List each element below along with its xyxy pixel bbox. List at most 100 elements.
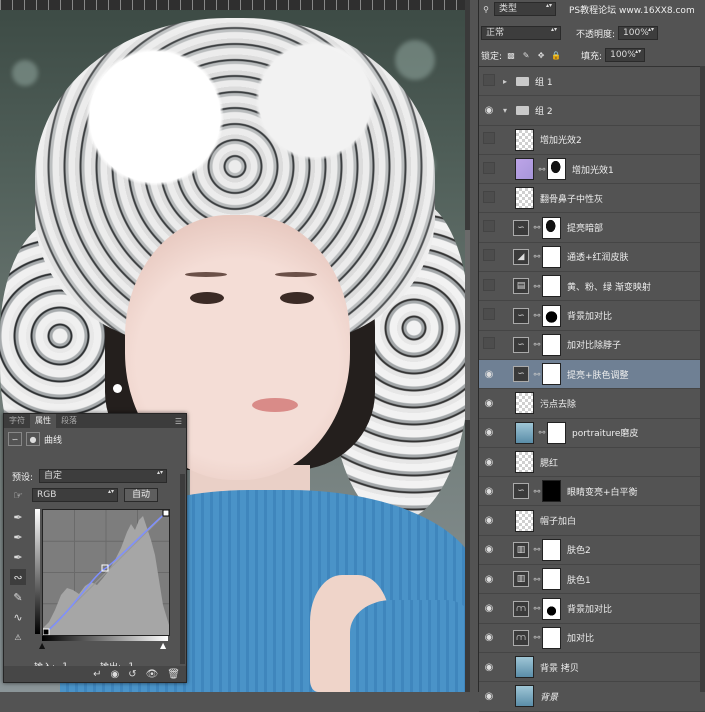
- layer-mask-thumbnail[interactable]: [542, 597, 561, 620]
- layer-visibility-eye-icon[interactable]: ◉: [479, 457, 499, 468]
- adjust-channel-icon[interactable]: ▥: [513, 571, 529, 588]
- layer-mask-thumbnail[interactable]: [542, 626, 561, 649]
- mask-link-icon[interactable]: ⚯: [532, 604, 542, 613]
- smooth-icon[interactable]: ∿: [10, 609, 26, 625]
- layer-row[interactable]: ◉ ∽ ⚯ 提亮+肤色调整: [479, 360, 705, 390]
- lock-all-icon[interactable]: 🔒: [550, 49, 562, 61]
- tab-paragraph[interactable]: 段落: [56, 414, 82, 428]
- curves-graph[interactable]: [42, 509, 170, 636]
- layer-row[interactable]: ∽ ⚯ 加对比除脖子: [479, 331, 705, 360]
- layer-visibility-eye-icon[interactable]: [479, 337, 499, 352]
- layer-name[interactable]: 背景加对比: [567, 602, 612, 615]
- group-expand-arrow-down-icon[interactable]: ▾: [503, 106, 513, 115]
- curves-graph-svg[interactable]: [42, 509, 170, 636]
- tab-character[interactable]: 字符: [4, 414, 30, 428]
- layer-name[interactable]: 背景 拷贝: [540, 661, 579, 674]
- layer-name[interactable]: 腮红: [540, 456, 558, 469]
- black-slider-icon[interactable]: ▲: [39, 641, 45, 650]
- layer-visibility-eye-icon[interactable]: ◉: [479, 515, 499, 526]
- group-expand-arrow-right-icon[interactable]: ▸: [503, 77, 513, 86]
- gray-eyedropper-icon[interactable]: ✒: [10, 529, 26, 545]
- white-eyedropper-icon[interactable]: ✒: [10, 549, 26, 565]
- layer-mask-thumbnail[interactable]: [542, 275, 561, 298]
- layer-name[interactable]: 加对比除脖子: [567, 338, 621, 351]
- layer-row[interactable]: ◉ 污点去除: [479, 389, 705, 419]
- opacity-field[interactable]: 100%: [618, 26, 659, 40]
- layer-name[interactable]: 加对比: [567, 631, 594, 644]
- target-adjust-hand-icon[interactable]: ☞: [10, 487, 26, 503]
- layer-visibility-eye-icon[interactable]: [479, 308, 499, 323]
- layer-visibility-eye-icon[interactable]: ◉: [479, 691, 499, 702]
- adjust-channel-icon[interactable]: ▥: [513, 541, 529, 558]
- layer-mask-thumbnail[interactable]: [542, 333, 561, 356]
- fill-field[interactable]: 100%: [605, 48, 646, 62]
- view-previous-icon[interactable]: ◉: [110, 669, 119, 680]
- layer-thumbnail[interactable]: [515, 392, 534, 415]
- layer-visibility-eye-icon[interactable]: [479, 74, 499, 89]
- curve-point-white[interactable]: [162, 509, 170, 517]
- canvas-scroll-thumb[interactable]: [465, 230, 470, 420]
- layer-row[interactable]: ◉ 背景 拷贝: [479, 653, 705, 683]
- layer-row[interactable]: ▤ ⚯ 黄、粉、绿 渐变映射: [479, 272, 705, 302]
- layer-row[interactable]: ◉ 背景: [479, 682, 705, 712]
- layer-row[interactable]: ◢ ⚯ 通透+红润皮肤: [479, 243, 705, 273]
- layer-row[interactable]: ∽ ⚯ 提亮暗部: [479, 214, 705, 243]
- layer-row[interactable]: ◉ ⚯ portraiture磨皮: [479, 419, 705, 448]
- layer-name[interactable]: 组 2: [535, 104, 553, 117]
- preset-dropdown[interactable]: 自定: [39, 469, 168, 483]
- layer-row[interactable]: ⚯ 增加光效1: [479, 155, 705, 185]
- layer-name[interactable]: 增加光效1: [572, 163, 614, 176]
- mask-link-icon[interactable]: ⚯: [532, 311, 542, 320]
- lock-position-icon[interactable]: ✥: [535, 49, 547, 61]
- layer-row[interactable]: ◉ 腮红: [479, 448, 705, 478]
- layer-row[interactable]: ◉ ▥ ⚯ 肤色2: [479, 536, 705, 566]
- kind-filter-dropdown[interactable]: 类型: [494, 2, 556, 16]
- layer-visibility-eye-icon[interactable]: ◉: [479, 369, 499, 380]
- properties-scrollbar[interactable]: [180, 474, 185, 664]
- visibility-eye-icon[interactable]: 👁: [146, 669, 159, 680]
- mask-link-icon[interactable]: ⚯: [532, 282, 542, 291]
- layer-visibility-eye-icon[interactable]: ◉: [479, 398, 499, 409]
- curve-point-tool-icon[interactable]: ∾: [10, 569, 26, 585]
- layer-row[interactable]: ∽ ⚯ 背景加对比: [479, 301, 705, 331]
- layer-row[interactable]: ◉ ∽ ⚯ 眼睛变亮+白平衡: [479, 477, 705, 507]
- lock-transparent-icon[interactable]: ▩: [505, 49, 517, 61]
- layer-group-row[interactable]: ◉ ▾ 组 2: [479, 96, 705, 126]
- layer-name[interactable]: 肤色2: [567, 543, 591, 556]
- mask-link-icon[interactable]: ⚯: [532, 575, 542, 584]
- layer-mask-thumbnail[interactable]: [542, 216, 561, 239]
- pencil-icon[interactable]: ✎: [10, 589, 26, 605]
- panel-menu-icon[interactable]: ☰: [175, 417, 186, 426]
- layer-thumbnail[interactable]: [515, 685, 534, 708]
- mask-icon[interactable]: ●: [26, 432, 40, 446]
- layer-row[interactable]: 增加光效2: [479, 126, 705, 155]
- layer-visibility-eye-icon[interactable]: [479, 162, 499, 177]
- layer-name[interactable]: 增加光效2: [540, 133, 582, 146]
- adjust-curves-icon[interactable]: ∽: [513, 307, 529, 324]
- mask-link-icon[interactable]: ⚯: [532, 487, 542, 496]
- adjust-gradient-icon[interactable]: ▤: [513, 278, 529, 295]
- adjust-levels-icon[interactable]: ◢: [513, 248, 529, 265]
- layer-name[interactable]: 组 1: [535, 75, 553, 88]
- layer-name[interactable]: 提亮+肤色调整: [567, 368, 629, 381]
- adjust-hist-icon[interactable]: ⩋: [513, 600, 529, 617]
- lock-pixels-icon[interactable]: ✎: [520, 49, 532, 61]
- layer-mask-thumbnail[interactable]: [547, 158, 566, 181]
- filter-search-icon[interactable]: ⚲: [481, 4, 491, 14]
- delete-trash-icon[interactable]: 🗑: [167, 669, 180, 680]
- layer-name[interactable]: 帽子加白: [540, 514, 576, 527]
- layer-row[interactable]: ◉ ⩋ ⚯ 背景加对比: [479, 594, 705, 624]
- mask-link-icon[interactable]: ⚯: [537, 428, 547, 437]
- adjust-curves-icon[interactable]: ∽: [513, 336, 529, 353]
- layer-mask-thumbnail[interactable]: [542, 568, 561, 591]
- layer-name[interactable]: 黄、粉、绿 渐变映射: [567, 280, 651, 293]
- layer-mask-thumbnail[interactable]: [542, 304, 561, 327]
- layer-visibility-eye-icon[interactable]: ◉: [479, 427, 499, 438]
- white-slider-icon[interactable]: ▲: [160, 641, 166, 650]
- layer-thumbnail[interactable]: [515, 656, 534, 679]
- layer-mask-thumbnail[interactable]: [547, 421, 566, 444]
- reset-icon[interactable]: ↺: [128, 669, 136, 680]
- layer-group-row[interactable]: ▸ 组 1: [479, 67, 705, 97]
- layer-name[interactable]: 提亮暗部: [567, 221, 603, 234]
- layer-visibility-eye-icon[interactable]: ◉: [479, 574, 499, 585]
